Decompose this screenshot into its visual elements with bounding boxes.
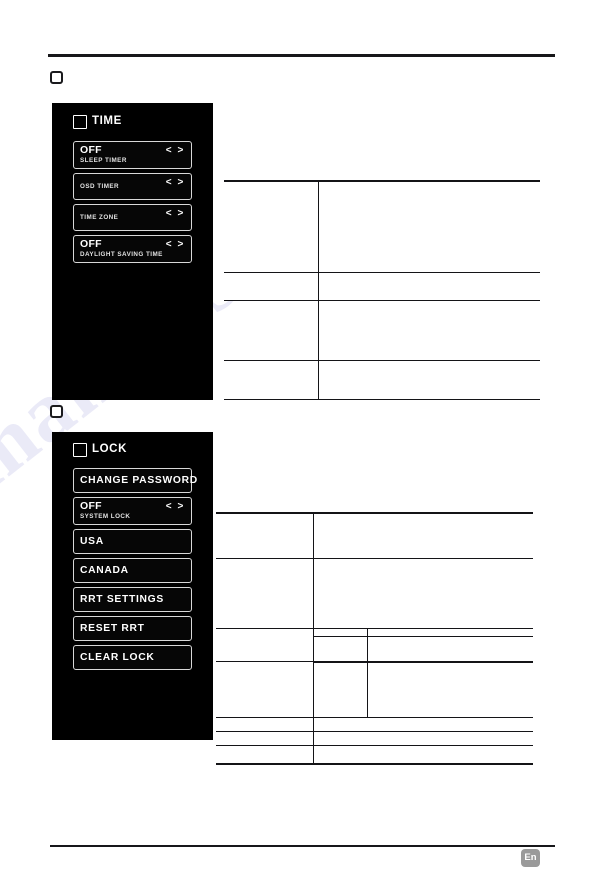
table-cell: [367, 662, 533, 718]
table-cell: [216, 661, 314, 718]
table-row: [224, 300, 540, 361]
osd-item-label: DAYLIGHT SAVING TIME: [80, 251, 163, 258]
table-row: [216, 512, 533, 559]
table-cell: [318, 272, 540, 301]
osd-item-label: RRT SETTINGS: [80, 593, 164, 605]
table-cell: [313, 628, 368, 637]
osd-item-label: USA: [80, 535, 104, 547]
osd-item-label: CHANGE PASSWORD: [80, 474, 198, 486]
osd-title-time: TIME: [92, 115, 122, 128]
table-cell: [216, 731, 314, 746]
osd-item-system-lock[interactable]: < > OFF SYSTEM LOCK: [73, 497, 192, 525]
osd-item-label: SYSTEM LOCK: [80, 513, 131, 520]
osd-title-lock: LOCK: [92, 443, 127, 456]
osd-item-label: SLEEP TIMER: [80, 157, 127, 164]
table-cell: [313, 717, 533, 732]
table-cell: [224, 272, 319, 301]
osd-item-usa[interactable]: USA: [73, 529, 192, 554]
table-cell: [224, 360, 319, 400]
osd-item-clear-lock[interactable]: CLEAR LOCK: [73, 645, 192, 670]
osd-item-time-zone[interactable]: < > TIME ZONE: [73, 204, 192, 231]
osd-item-daylight-saving-time[interactable]: < > OFF DAYLIGHT SAVING TIME: [73, 235, 192, 263]
osd-item-rrt-settings[interactable]: RRT SETTINGS: [73, 587, 192, 612]
table-row: [216, 717, 533, 732]
table-cell: [313, 745, 533, 765]
osd-header-time: TIME: [73, 115, 122, 129]
table-row: [224, 180, 540, 273]
arrow-controls-icon[interactable]: < >: [166, 502, 185, 512]
language-badge: En: [521, 849, 540, 867]
table-row: [216, 745, 533, 765]
table-cell: [367, 628, 533, 637]
table-cell: [216, 717, 314, 732]
table-cell: [318, 180, 540, 273]
table-cell: [313, 662, 368, 718]
osd-menu-list-time: < > OFF SLEEP TIMER < > OSD TIMER < > TI…: [73, 141, 192, 267]
table-cell: [224, 180, 319, 273]
rounded-square-icon-lock: [50, 405, 63, 418]
table-row: [224, 272, 540, 301]
osd-panel-time: TIME < > OFF SLEEP TIMER < > OSD TIMER <…: [52, 103, 213, 400]
arrow-controls-icon[interactable]: < >: [166, 178, 185, 188]
manual-page: manualslive .com TIME < > OFF SLEEP TIME…: [0, 0, 595, 893]
table-cell: [216, 628, 314, 662]
spec-table-lock: [216, 512, 533, 765]
osd-item-label: CLEAR LOCK: [80, 651, 155, 663]
osd-item-osd-timer[interactable]: < > OSD TIMER: [73, 173, 192, 200]
osd-header-lock: LOCK: [73, 443, 127, 457]
table-cell: [313, 731, 533, 746]
osd-panel-lock: LOCK CHANGE PASSWORD < > OFF SYSTEM LOCK…: [52, 432, 213, 740]
rounded-square-icon-time: [50, 71, 63, 84]
table-cell: [318, 360, 540, 400]
spec-table-time: [224, 180, 540, 400]
table-cell: [313, 558, 533, 629]
arrow-controls-icon[interactable]: < >: [166, 240, 185, 250]
osd-item-change-password[interactable]: CHANGE PASSWORD: [73, 468, 198, 493]
arrow-controls-icon[interactable]: < >: [166, 146, 185, 156]
table-cell: [216, 558, 314, 629]
osd-item-label: RESET RRT: [80, 622, 145, 634]
table-row: [216, 628, 533, 662]
footer-rule: [50, 845, 555, 847]
rounded-square-icon: [73, 443, 87, 457]
arrow-controls-icon[interactable]: < >: [166, 209, 185, 219]
table-cell: [224, 300, 319, 361]
header-rule: [48, 54, 555, 57]
table-cell: [318, 300, 540, 361]
osd-item-reset-rrt[interactable]: RESET RRT: [73, 616, 192, 641]
table-row: [224, 360, 540, 400]
table-cell: [216, 512, 314, 559]
osd-item-sleep-timer[interactable]: < > OFF SLEEP TIMER: [73, 141, 192, 169]
osd-item-canada[interactable]: CANADA: [73, 558, 192, 583]
table-cell: [313, 636, 368, 662]
table-row: [216, 558, 533, 629]
osd-item-label: CANADA: [80, 564, 129, 576]
table-cell: [367, 636, 533, 662]
rounded-square-icon: [73, 115, 87, 129]
table-cell: [313, 512, 533, 559]
table-cell: [216, 745, 314, 765]
osd-menu-list-lock: CHANGE PASSWORD < > OFF SYSTEM LOCK USA …: [73, 468, 198, 674]
table-row: [216, 731, 533, 746]
